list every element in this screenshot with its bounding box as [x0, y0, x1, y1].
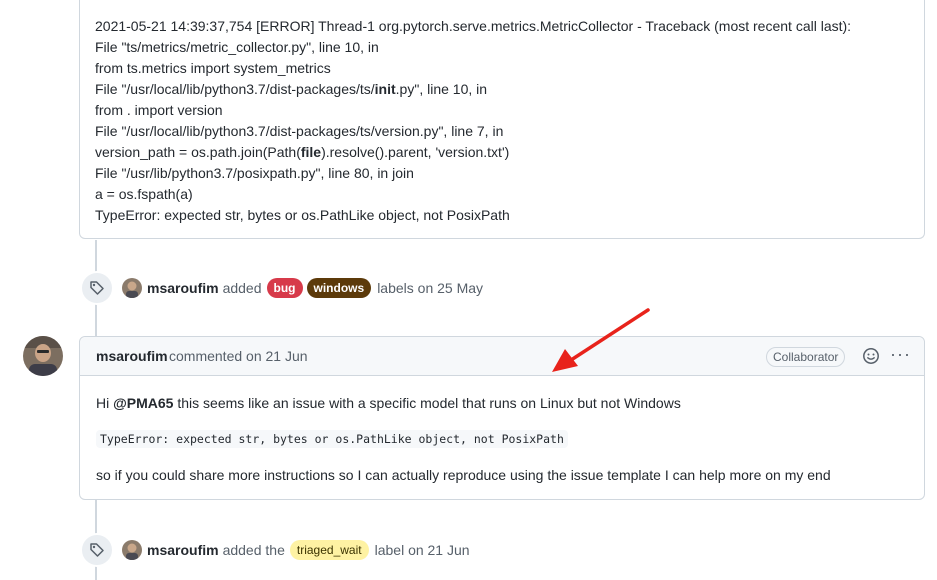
- trace-line: File "/usr/lib/python3.7/posixpath.py", …: [95, 165, 414, 181]
- actor-link[interactable]: msaroufim: [147, 542, 219, 558]
- actor-link[interactable]: msaroufim: [147, 280, 219, 296]
- avatar[interactable]: [122, 278, 142, 298]
- comment-header: msaroufim commented on 21 Jun Collaborat…: [80, 337, 924, 376]
- tag-icon: [80, 271, 114, 305]
- label-bug[interactable]: bug: [266, 278, 303, 298]
- label-triaged-wait[interactable]: triaged_wait: [289, 540, 369, 560]
- trace-line: File "/usr/local/lib/python3.7/dist-pack…: [95, 123, 504, 139]
- smiley-icon[interactable]: [862, 347, 880, 365]
- trace-line: a = os.fspath(a): [95, 186, 193, 202]
- trace-line: from . import version: [95, 102, 223, 118]
- event-suffix: label on 21 Jun: [374, 542, 470, 558]
- comment-paragraph: so if you could share more instructions …: [96, 467, 831, 483]
- more-options-icon[interactable]: ···: [890, 344, 911, 365]
- event-suffix: labels on 25 May: [377, 280, 484, 296]
- traceback-text: 2021-05-21 14:39:37,754 [ERROR] Thread-1…: [95, 16, 851, 226]
- comment-author[interactable]: msaroufim: [96, 348, 168, 364]
- tag-icon: [80, 533, 114, 567]
- trace-line: version_path = os.path.join(Path(file).r…: [95, 144, 510, 160]
- collaborator-badge: Collaborator: [766, 347, 846, 367]
- event-action: added: [222, 280, 262, 296]
- label-event: msaroufim added the triaged_wait label o…: [80, 533, 474, 567]
- comment-timestamp[interactable]: commented on 21 Jun: [169, 348, 308, 364]
- label-windows[interactable]: windows: [306, 278, 372, 298]
- comment-paragraph: Hi @PMA65 this seems like an issue with …: [96, 395, 681, 411]
- trace-line: 2021-05-21 14:39:37,754 [ERROR] Thread-1…: [95, 18, 852, 34]
- avatar[interactable]: [122, 540, 142, 560]
- inline-code: TypeError: expected str, bytes or os.Pat…: [96, 430, 568, 448]
- comment-card: msaroufim commented on 21 Jun Collaborat…: [79, 336, 925, 500]
- trace-line: from ts.metrics import system_metrics: [95, 60, 331, 76]
- trace-line: File "ts/metrics/metric_collector.py", l…: [95, 39, 379, 55]
- commenter-avatar[interactable]: [23, 336, 63, 376]
- trace-line: File "/usr/local/lib/python3.7/dist-pack…: [95, 81, 488, 97]
- comment-body: Hi @PMA65 this seems like an issue with …: [96, 395, 831, 483]
- event-action: added the: [222, 542, 285, 558]
- trace-line: TypeError: expected str, bytes or os.Pat…: [95, 207, 510, 223]
- user-mention[interactable]: @PMA65: [113, 395, 173, 411]
- label-event: msaroufim added bug windows labels on 25…: [80, 271, 487, 305]
